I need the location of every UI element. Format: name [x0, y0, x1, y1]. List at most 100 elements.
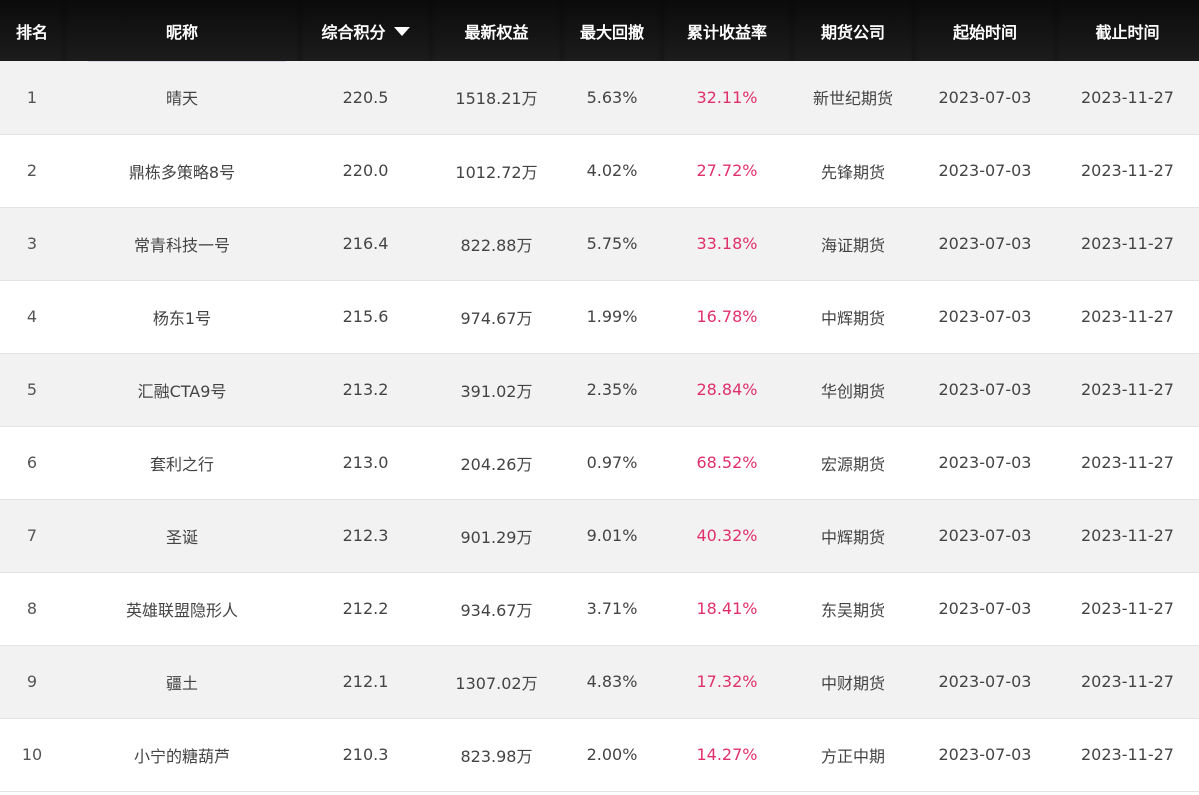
cell-start-date: 2023-07-03	[938, 672, 1032, 691]
cell-equity: 934.67万	[460, 600, 533, 620]
table-header-row: 排名 昵称 综合积分 最新权益 最大回撤 累计收益率 期货公司 起始时间 截止时…	[0, 0, 1199, 61]
table-row: 9 疆土 212.1 1307.02万 4.83% 17.32% 中财期货 20…	[0, 645, 1199, 718]
cell-cum-return: 33.18%	[696, 234, 758, 253]
cell-equity: 1012.72万	[455, 162, 538, 182]
cell-nickname[interactable]: 鼎栋多策略8号	[64, 134, 300, 207]
ranking-table-container: 排名 昵称 综合积分 最新权益 最大回撤 累计收益率 期货公司 起始时间 截止时…	[0, 0, 1199, 795]
cell-cum-return: 68.52%	[696, 453, 758, 472]
cell-score: 216.4	[342, 234, 389, 253]
table-row: 4 杨东1号 215.6 974.67万 1.99% 16.78% 中辉期货 2…	[0, 280, 1199, 353]
cell-score: 215.6	[342, 307, 389, 326]
cell-equity: 1307.02万	[455, 673, 538, 693]
cell-start-date: 2023-07-03	[938, 745, 1032, 764]
table-row: 7 圣诞 212.3 901.29万 9.01% 40.32% 中辉期货 202…	[0, 499, 1199, 572]
cell-futures-firm: 海证期货	[820, 235, 885, 255]
cell-equity: 204.26万	[460, 454, 533, 474]
cell-rank: 9	[26, 672, 38, 691]
cell-score: 213.0	[342, 453, 389, 472]
cell-max-drawdown: 3.71%	[586, 599, 638, 618]
cell-rank: 6	[26, 453, 38, 472]
cell-score: 220.0	[342, 161, 389, 180]
cell-end-date: 2023-11-27	[1081, 599, 1174, 618]
cell-equity: 823.98万	[460, 746, 533, 766]
cell-end-date: 2023-11-27	[1081, 234, 1174, 253]
header-futures-firm: 期货公司	[792, 0, 914, 61]
cell-score: 213.2	[342, 380, 389, 399]
table-row: 5 汇融CTA9号 213.2 391.02万 2.35% 28.84% 华创期…	[0, 353, 1199, 426]
cell-end-date: 2023-11-27	[1081, 161, 1174, 180]
sort-desc-icon[interactable]	[393, 26, 410, 36]
cell-end-date: 2023-11-27	[1081, 672, 1174, 691]
cell-start-date: 2023-07-03	[938, 526, 1032, 545]
cell-score: 212.1	[342, 672, 389, 691]
header-equity: 最新权益	[431, 0, 562, 61]
cell-futures-firm: 新世纪期货	[812, 89, 893, 109]
cell-cum-return: 14.27%	[696, 745, 758, 764]
cell-cum-return: 18.41%	[696, 599, 758, 618]
cell-rank: 8	[26, 599, 38, 618]
table-row: 6 套利之行 213.0 204.26万 0.97% 68.52% 宏源期货 2…	[0, 426, 1199, 499]
cell-score: 220.5	[342, 87, 389, 107]
cell-start-date: 2023-07-03	[938, 380, 1032, 399]
cell-max-drawdown: 5.75%	[586, 234, 638, 253]
cell-futures-firm: 宏源期货	[820, 454, 885, 474]
cell-max-drawdown: 4.02%	[586, 161, 638, 180]
cell-score: 212.2	[342, 599, 389, 618]
cell-nickname[interactable]: 套利之行	[64, 426, 300, 499]
cell-end-date: 2023-11-27	[1081, 87, 1174, 107]
header-start-date: 起始时间	[914, 0, 1056, 61]
cell-equity: 901.29万	[460, 527, 533, 547]
ranking-table: 排名 昵称 综合积分 最新权益 最大回撤 累计收益率 期货公司 起始时间 截止时…	[0, 0, 1199, 792]
cell-score: 210.3	[342, 745, 389, 764]
cell-nickname[interactable]: 常青科技一号	[64, 207, 300, 280]
cell-max-drawdown: 9.01%	[586, 526, 638, 545]
cell-max-drawdown: 0.97%	[586, 453, 638, 472]
cell-equity: 822.88万	[460, 235, 533, 255]
cell-nickname[interactable]: 杨东1号	[64, 280, 300, 353]
cell-rank: 7	[26, 526, 38, 545]
cell-end-date: 2023-11-27	[1081, 453, 1174, 472]
cell-start-date: 2023-07-03	[938, 234, 1032, 253]
cell-cum-return: 27.72%	[696, 161, 758, 180]
cell-cum-return: 17.32%	[696, 672, 758, 691]
cell-equity: 1518.21万	[455, 89, 538, 109]
cell-end-date: 2023-11-27	[1081, 745, 1174, 764]
table-row: 10 小宁的糖葫芦 210.3 823.98万 2.00% 14.27% 方正中…	[0, 718, 1199, 791]
cell-nickname[interactable]: 汇融CTA9号	[64, 353, 300, 426]
cell-max-drawdown: 1.99%	[586, 307, 638, 326]
cell-nickname[interactable]: 圣诞	[64, 499, 300, 572]
cell-equity: 391.02万	[460, 381, 533, 401]
cell-nickname[interactable]: 英雄联盟隐形人	[64, 572, 300, 645]
cell-futures-firm: 中辉期货	[820, 308, 885, 328]
cell-rank: 3	[26, 234, 38, 253]
cell-rank: 5	[26, 380, 38, 399]
header-max-drawdown: 最大回撤	[562, 0, 662, 61]
cell-nickname[interactable]: 晴天	[64, 61, 300, 134]
cell-nickname[interactable]: 小宁的糖葫芦	[64, 718, 300, 791]
cell-max-drawdown: 5.63%	[586, 87, 638, 107]
cell-max-drawdown: 2.35%	[586, 380, 638, 399]
cell-futures-firm: 中财期货	[820, 673, 885, 693]
cell-start-date: 2023-07-03	[938, 307, 1032, 326]
cell-futures-firm: 中辉期货	[820, 527, 885, 547]
cell-rank: 4	[26, 307, 38, 326]
cell-nickname[interactable]: 疆土	[64, 645, 300, 718]
cell-start-date: 2023-07-03	[938, 161, 1032, 180]
cell-equity: 974.67万	[460, 308, 533, 328]
cell-rank: 1	[26, 87, 38, 107]
cell-cum-return: 28.84%	[696, 380, 758, 399]
cell-start-date: 2023-07-03	[938, 599, 1032, 618]
cell-end-date: 2023-11-27	[1081, 307, 1174, 326]
cell-rank: 2	[26, 161, 38, 180]
header-score-sortable[interactable]: 综合积分	[300, 0, 431, 61]
header-score-label: 综合积分	[321, 22, 386, 42]
cell-futures-firm: 华创期货	[820, 381, 885, 401]
cell-start-date: 2023-07-03	[938, 87, 1032, 107]
header-cum-return: 累计收益率	[662, 0, 792, 61]
header-end-date: 截止时间	[1056, 0, 1199, 61]
cell-max-drawdown: 4.83%	[586, 672, 638, 691]
cell-futures-firm: 方正中期	[820, 746, 885, 766]
cell-end-date: 2023-11-27	[1081, 526, 1174, 545]
table-row: 3 常青科技一号 216.4 822.88万 5.75% 33.18% 海证期货…	[0, 207, 1199, 280]
cell-futures-firm: 东吴期货	[820, 600, 885, 620]
